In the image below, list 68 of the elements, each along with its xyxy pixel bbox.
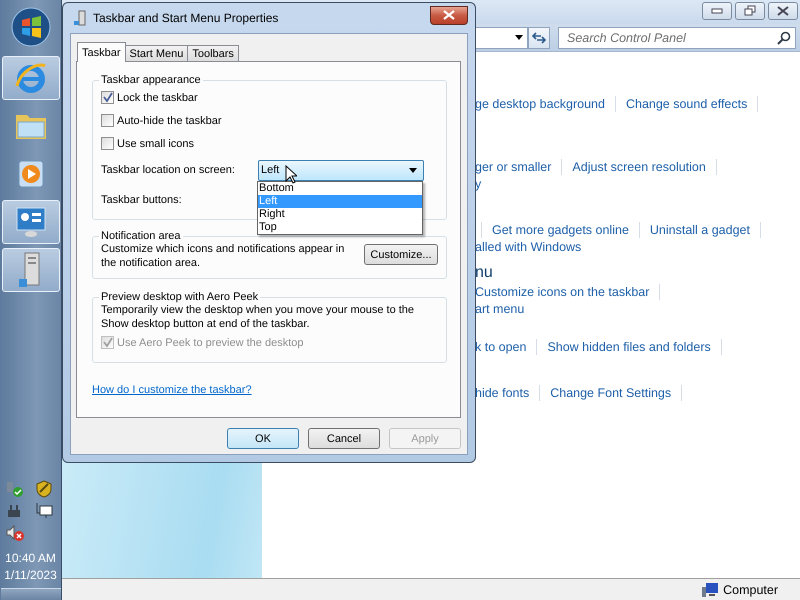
dropdown-option[interactable]: Top	[258, 221, 422, 234]
refresh-icon	[531, 30, 547, 44]
tab[interactable]: Start Menu	[124, 45, 188, 62]
task-link[interactable]: ger or smaller	[475, 160, 552, 174]
restore-button[interactable]	[735, 2, 765, 20]
dropdown-arrow-icon	[409, 168, 417, 172]
clock-time: 10:40 AM	[5, 550, 56, 567]
network-check-icon	[4, 480, 24, 498]
status-location: Computer	[723, 582, 778, 596]
close-icon	[443, 10, 455, 20]
refresh-button[interactable]	[528, 26, 550, 48]
location-dropdown[interactable]: Left	[258, 160, 424, 180]
tab[interactable]: Taskbar	[77, 42, 126, 62]
customize-button[interactable]: Customize...	[364, 244, 438, 265]
group-heading: Preview desktop with Aero Peek	[100, 291, 260, 303]
task-link[interactable]: Change Font Settings	[550, 386, 672, 400]
dialog-button[interactable]: OK	[227, 428, 299, 449]
dropdown-option[interactable]: Right	[258, 208, 422, 221]
field-label: Taskbar buttons:	[101, 194, 183, 206]
taskbar-button[interactable]	[2, 248, 60, 292]
window-title: Taskbar and Start Menu Properties	[93, 11, 278, 25]
description-text: Customize which icons and notifications appear in the notification area.	[101, 242, 346, 270]
task-link[interactable]: ge desktop background	[475, 96, 605, 110]
field-label: Taskbar location on screen:	[101, 164, 236, 176]
windows-orb-icon	[10, 7, 50, 47]
control-panel-icon	[14, 205, 48, 239]
show-desktop-button[interactable]	[0, 588, 60, 600]
close-button[interactable]	[768, 2, 798, 20]
help-link[interactable]: How do I customize the taskbar?	[92, 384, 252, 396]
computer-icon	[701, 582, 720, 598]
restore-icon	[744, 5, 756, 17]
checkbox[interactable]	[101, 114, 114, 127]
category-heading: nu	[475, 263, 494, 283]
network-monitor-icon	[34, 502, 52, 520]
tab[interactable]: Toolbars	[187, 45, 239, 62]
task-link[interactable]: Customize icons on the taskbar	[475, 284, 650, 298]
checkbox-label: Lock the taskbar	[117, 92, 198, 104]
checkbox-label: Auto-hide the taskbar	[117, 114, 222, 126]
speaker-muted-icon	[4, 524, 24, 542]
dropdown-arrow-icon	[515, 35, 523, 40]
group-heading: Taskbar appearance	[100, 74, 202, 86]
checkbox[interactable]	[101, 91, 114, 104]
taskbar-button[interactable]	[2, 56, 60, 100]
task-link[interactable]: Show hidden files and folders	[547, 340, 711, 354]
dialog-button[interactable]: Cancel	[308, 428, 380, 449]
dropdown-option[interactable]: Bottom	[258, 182, 422, 195]
close-button[interactable]	[430, 6, 468, 24]
task-link[interactable]: hide fonts	[475, 386, 530, 400]
task-link[interactable]: Uninstall a gadget	[650, 222, 750, 236]
task-link[interactable]: alled with Windows	[475, 240, 582, 254]
task-link[interactable]: k to open	[475, 340, 526, 354]
checkbox-label: Use Aero Peek to preview the desktop	[117, 336, 304, 348]
taskbar-button[interactable]	[2, 200, 60, 244]
clock-date: 1/11/2023	[4, 567, 57, 584]
checkbox-label: Use small icons	[117, 138, 194, 150]
search-box[interactable]: Search Control Panel	[558, 26, 796, 48]
search-icon	[777, 30, 791, 44]
task-link[interactable]: art menu	[475, 302, 524, 316]
shield-icon	[34, 480, 52, 498]
group-heading: Notification area	[100, 230, 182, 242]
minimize-icon	[711, 8, 723, 14]
task-link[interactable]: Adjust screen resolution	[572, 160, 706, 174]
task-link[interactable]: Get more gadgets online	[492, 222, 629, 236]
description-text: Temporarily view the desktop when you move your mouse to the Show desktop button at end of the taskbar.	[101, 303, 416, 331]
minimize-button[interactable]	[702, 2, 732, 20]
task-link[interactable]: Change sound effects	[626, 96, 748, 110]
close-icon	[777, 6, 789, 16]
checkbox[interactable]	[101, 137, 114, 150]
